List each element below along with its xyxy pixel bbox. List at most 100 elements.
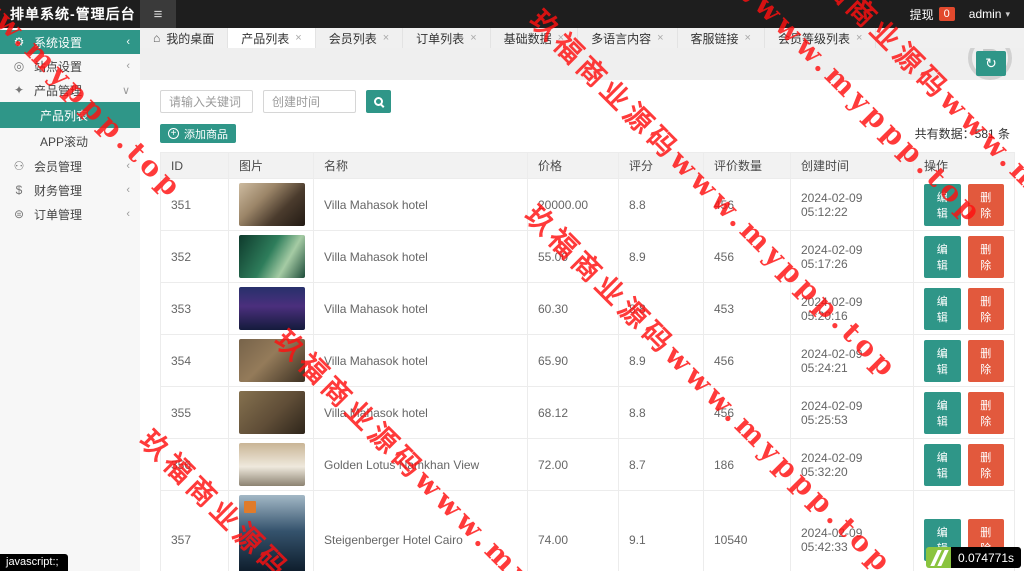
site-icon: ◎ <box>12 59 26 73</box>
delete-button[interactable]: 删除 <box>968 184 1005 226</box>
close-icon[interactable]: × <box>745 32 751 44</box>
sidebar-item-finance-manage[interactable]: $财务管理‹ <box>0 178 140 202</box>
tab-product-list[interactable]: 产品列表× <box>228 28 315 48</box>
cell-price: 60.30 <box>528 283 619 335</box>
close-icon[interactable]: × <box>558 32 564 44</box>
edit-button[interactable]: 编辑 <box>924 288 961 330</box>
search-icon <box>374 97 383 106</box>
sidebar-item-label: 产品管理 <box>34 82 82 99</box>
plus-icon: + <box>168 128 179 139</box>
column-header: 图片 <box>229 153 314 179</box>
table-row: 354Villa Mahasok hotel65.908.94562024-02… <box>161 335 1015 387</box>
cell-price: 20000.00 <box>528 179 619 231</box>
action-buttons: 编辑删除 <box>924 444 1004 486</box>
hamburger-icon: ≡ <box>154 6 163 23</box>
edit-button[interactable]: 编辑 <box>924 340 961 382</box>
cell-image <box>229 179 314 231</box>
user-menu[interactable]: admin ▾ <box>969 7 1010 21</box>
cell-created: 2024-02-09 05:25:53 <box>791 387 914 439</box>
edit-button[interactable]: 编辑 <box>924 184 961 226</box>
tab-my-desktop[interactable]: ⌂我的桌面 <box>140 28 228 48</box>
gear-icon: ⚙ <box>12 35 26 49</box>
cell-name: Steigenberger Hotel Cairo <box>314 491 528 571</box>
cell-review-count: 456 <box>704 335 791 387</box>
sidebar-item-label: 订单管理 <box>34 206 82 223</box>
withdraw-link[interactable]: 提现 0 <box>910 6 955 23</box>
menu-toggle-button[interactable]: ≡ <box>140 0 176 28</box>
top-bar: 排单系统-管理后台 ≡ 提现 0 admin ▾ <box>0 0 1024 28</box>
tab-base-data[interactable]: 基础数据× <box>491 28 578 48</box>
sidebar-item-label: 系统设置 <box>34 34 82 51</box>
app-title: 排单系统-管理后台 <box>0 4 140 24</box>
delete-button[interactable]: 删除 <box>968 236 1005 278</box>
sidebar-item-label: 站点设置 <box>34 58 82 75</box>
cell-review-count: 456 <box>704 231 791 283</box>
sidebar-item-system-settings[interactable]: ⚙系统设置‹ <box>0 30 140 54</box>
content-area: P ↻ + 添加商品 共有数据：581 条 ID图片名称价格评分评价数量创建时间… <box>140 48 1024 571</box>
edit-button[interactable]: 编辑 <box>924 236 961 278</box>
table-row: 357Steigenberger Hotel Cairo74.009.11054… <box>161 491 1015 571</box>
delete-button[interactable]: 删除 <box>968 340 1005 382</box>
table-row: 353Villa Mahasok hotel60.308.84532024-02… <box>161 283 1015 335</box>
add-product-button[interactable]: + 添加商品 <box>160 124 236 143</box>
tab-label: 订单列表 <box>416 30 464 47</box>
close-icon[interactable]: × <box>295 32 301 44</box>
table-row: 351Villa Mahasok hotel20000.008.84562024… <box>161 179 1015 231</box>
chevron-left-icon: ‹ <box>126 184 130 196</box>
edit-button[interactable]: 编辑 <box>924 392 961 434</box>
create-time-input[interactable] <box>263 90 356 113</box>
close-icon[interactable]: × <box>383 32 389 44</box>
tab-service-link[interactable]: 客服链接× <box>678 28 765 48</box>
column-header: 创建时间 <box>791 153 914 179</box>
sidebar-item-product-manage[interactable]: ✦产品管理∨ <box>0 78 140 102</box>
cell-review-count: 10540 <box>704 491 791 571</box>
delete-button[interactable]: 删除 <box>968 288 1005 330</box>
close-icon[interactable]: × <box>657 32 663 44</box>
refresh-button[interactable]: ↻ <box>976 51 1006 76</box>
hotel-photo <box>239 339 305 382</box>
cell-score: 8.8 <box>619 179 704 231</box>
sidebar: ⚙系统设置‹◎站点设置‹✦产品管理∨产品列表APP滚动⚇会员管理‹$财务管理‹⊜… <box>0 28 140 571</box>
column-header: 评价数量 <box>704 153 791 179</box>
cell-name: Villa Mahasok hotel <box>314 283 528 335</box>
search-button[interactable] <box>366 90 391 113</box>
cell-price: 65.90 <box>528 335 619 387</box>
close-icon[interactable]: × <box>856 32 862 44</box>
cell-id: 354 <box>161 335 229 387</box>
action-buttons: 编辑删除 <box>924 392 1004 434</box>
hotel-photo <box>239 391 305 434</box>
product-icon: ✦ <box>12 83 26 97</box>
topbar-right: 提现 0 admin ▾ <box>910 6 1024 23</box>
cell-score: 8.7 <box>619 439 704 491</box>
cell-image <box>229 335 314 387</box>
username: admin <box>969 7 1002 21</box>
cell-review-count: 453 <box>704 283 791 335</box>
cell-image <box>229 283 314 335</box>
status-bar-link-hint: javascript:; <box>0 554 68 571</box>
sidebar-subitem-app-scroll[interactable]: APP滚动 <box>0 128 140 154</box>
cell-name: Golden Lotus Namkhan View <box>314 439 528 491</box>
tab-label: 会员列表 <box>329 30 377 47</box>
tab-member-list[interactable]: 会员列表 × <box>316 28 403 48</box>
close-icon[interactable]: × <box>470 32 476 44</box>
cell-actions: 编辑删除 <box>914 231 1015 283</box>
sidebar-subitem-product-list[interactable]: 产品列表 <box>0 102 140 128</box>
tab-member-level-list[interactable]: 会员等级列表× <box>765 28 876 48</box>
sidebar-item-site-settings[interactable]: ◎站点设置‹ <box>0 54 140 78</box>
tab-multilang-content[interactable]: 多语言内容× <box>578 28 677 48</box>
search-toolbar <box>160 90 1014 113</box>
exec-time-badge: 0.074771s <box>926 547 1021 568</box>
sidebar-item-order-manage[interactable]: ⊜订单管理‹ <box>0 202 140 226</box>
cell-name: Villa Mahasok hotel <box>314 231 528 283</box>
sidebar-item-label: 会员管理 <box>34 158 82 175</box>
sidebar-item-member-manage[interactable]: ⚇会员管理‹ <box>0 154 140 178</box>
delete-button[interactable]: 删除 <box>968 392 1005 434</box>
cell-image <box>229 491 314 571</box>
keyword-input[interactable] <box>160 90 253 113</box>
delete-button[interactable]: 删除 <box>968 444 1005 486</box>
edit-button[interactable]: 编辑 <box>924 444 961 486</box>
cell-score: 8.9 <box>619 335 704 387</box>
column-header: ID <box>161 153 229 179</box>
tab-order-list[interactable]: 订单列表 × <box>403 28 490 48</box>
cell-id: 352 <box>161 231 229 283</box>
